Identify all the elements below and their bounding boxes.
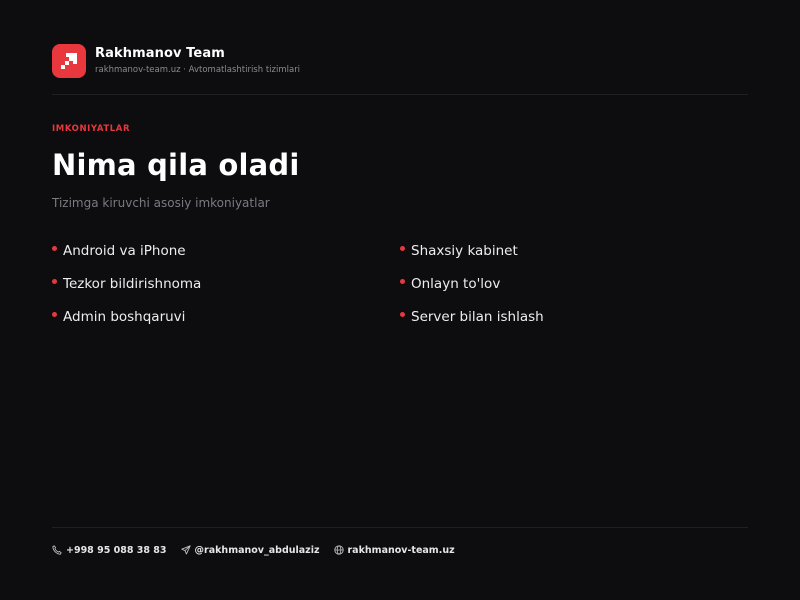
feature-item: Android va iPhone xyxy=(52,240,400,261)
section-eyebrow: IMKONIYATLAR xyxy=(52,124,131,134)
footer-phone[interactable]: +998 95 088 38 83 xyxy=(52,545,167,556)
feature-label: Tezkor bildirishnoma xyxy=(63,275,202,292)
brand: Rakhmanov Team rakhmanov-team.uz · Avtom… xyxy=(95,46,300,76)
phone-number: +998 95 088 38 83 xyxy=(66,544,167,556)
feature-list: Android va iPhone Shaxsiy kabinet Tezkor… xyxy=(52,240,748,327)
feature-item: Onlayn to'lov xyxy=(400,273,748,294)
bullet-dot-icon xyxy=(400,245,405,251)
footer-telegram[interactable]: @rakhmanov_abdulaziz xyxy=(180,544,320,556)
feature-label: Admin boshqaruvi xyxy=(63,308,186,325)
telegram-icon xyxy=(180,545,191,555)
bullet-dot-icon xyxy=(52,245,57,251)
feature-label: Onlayn to'lov xyxy=(411,275,501,292)
bullet-dot-icon xyxy=(400,278,405,284)
feature-item: Admin boshqaruvi xyxy=(52,306,400,327)
feature-item: Shaxsiy kabinet xyxy=(400,240,748,261)
brand-name: Rakhmanov Team xyxy=(95,46,225,61)
globe-icon xyxy=(333,545,344,555)
phone-icon xyxy=(52,545,62,555)
telegram-handle: @rakhmanov_abdulaziz xyxy=(194,544,320,556)
brand-logo xyxy=(52,44,86,78)
footer-website[interactable]: rakhmanov-team.uz xyxy=(333,544,455,556)
feature-item: Server bilan ishlash xyxy=(400,306,748,327)
bullet-dot-icon xyxy=(400,311,405,317)
header: Rakhmanov Team rakhmanov-team.uz · Avtom… xyxy=(52,43,748,79)
page-title: Nima qila oladi xyxy=(52,148,300,182)
bullet-dot-icon xyxy=(52,278,57,284)
footer: +998 95 088 38 83 @rakhmanov_abdulaziz r… xyxy=(52,542,748,558)
website-link: rakhmanov-team.uz xyxy=(347,544,455,556)
feature-item: Tezkor bildirishnoma xyxy=(52,273,400,294)
feature-label: Android va iPhone xyxy=(63,242,186,259)
feature-label: Shaxsiy kabinet xyxy=(411,242,518,259)
feature-label: Server bilan ishlash xyxy=(411,308,544,325)
arrow-up-right-pixel-icon xyxy=(61,53,77,69)
page-subtitle: Tizimga kiruvchi asosiy imkoniyatlar xyxy=(52,196,270,210)
page: Rakhmanov Team rakhmanov-team.uz · Avtom… xyxy=(0,0,800,600)
brand-subtitle: rakhmanov-team.uz · Avtomatlashtirish ti… xyxy=(95,65,301,75)
header-divider xyxy=(52,94,748,95)
bullet-dot-icon xyxy=(52,311,57,317)
footer-divider xyxy=(52,527,748,528)
